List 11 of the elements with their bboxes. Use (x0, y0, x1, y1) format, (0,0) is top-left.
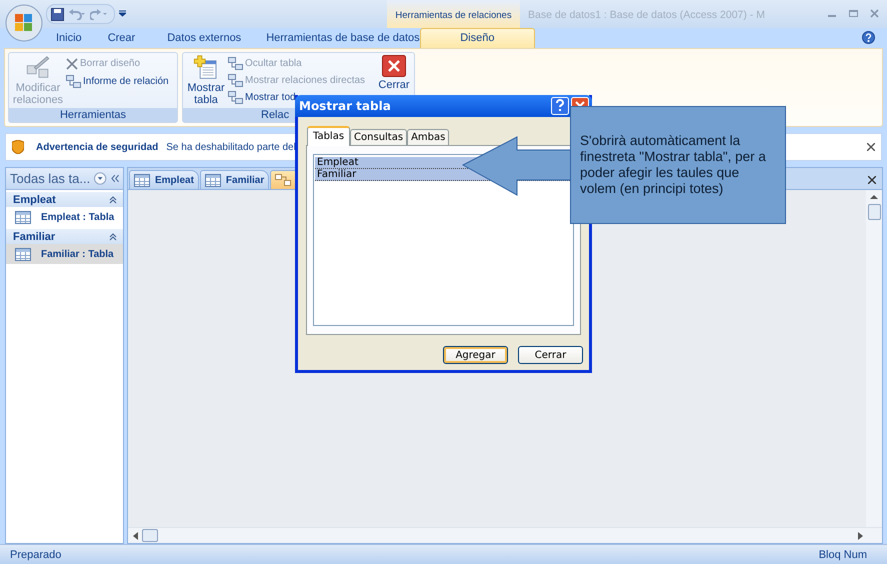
contextual-tab-header: Herramientas de relaciones (387, 0, 520, 28)
note-tooltip: S'obrirà automàticament la finestreta "Mostrar tabla", per a poder afegir les taules que volem (en principi totes) (570, 106, 786, 224)
group-label: Relac (261, 109, 290, 121)
security-message: Se ha deshabilitado parte del (166, 142, 296, 152)
dialog-title: Mostrar tabla (299, 99, 392, 113)
security-title: Advertencia de seguridad (36, 142, 158, 152)
nav-group-label: Familiar (13, 230, 56, 242)
group-label: Herramientas (60, 109, 126, 121)
status-text: Preparado (10, 548, 62, 560)
status-indicator: Bloq Num (818, 548, 867, 560)
nav-group-label: Empleat (13, 194, 56, 206)
